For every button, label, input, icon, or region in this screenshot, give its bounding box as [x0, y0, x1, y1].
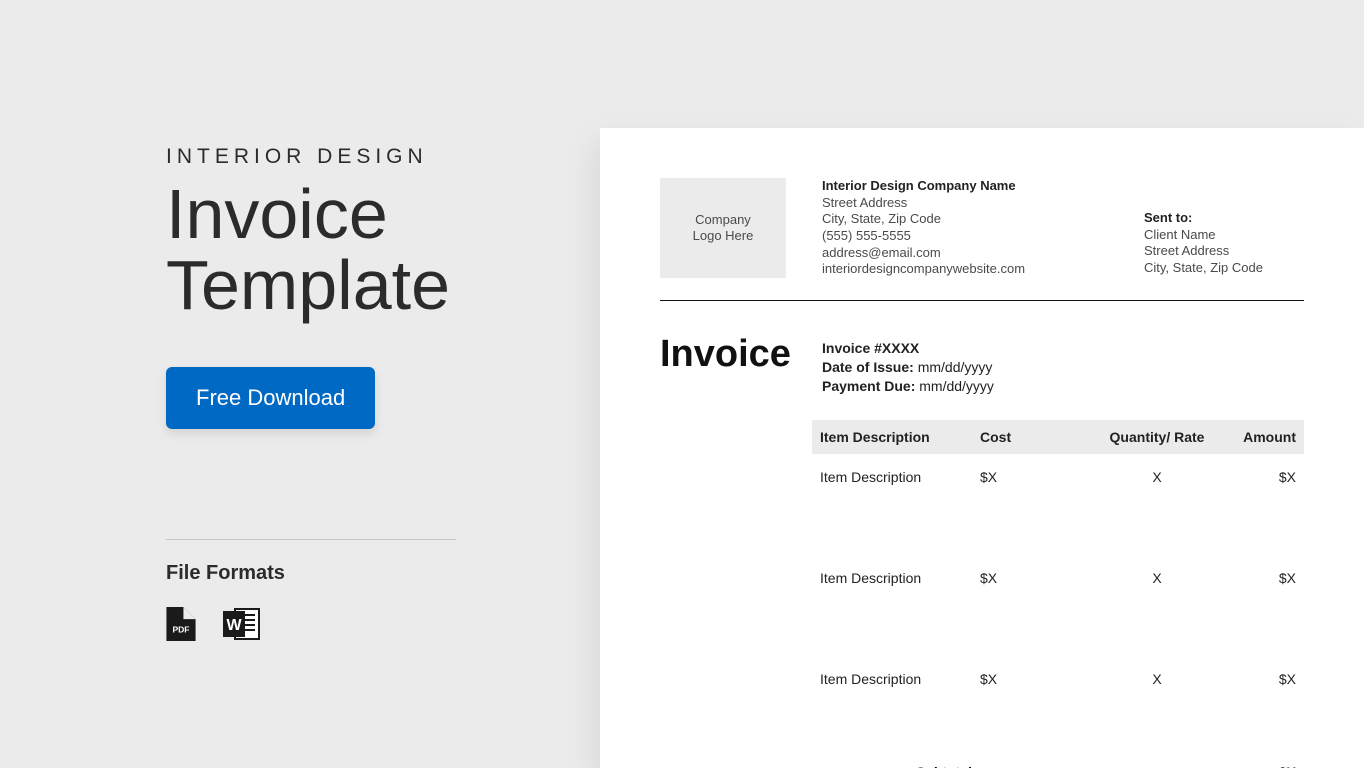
cell-desc: Item Description: [812, 454, 972, 555]
logo-text-1: Company: [695, 212, 751, 227]
title-line-2: Template: [166, 246, 450, 324]
client-name: Client Name: [1144, 227, 1304, 244]
cell-cost: $X: [972, 656, 1092, 757]
subtotal-row: Subtotal: $X: [812, 763, 1304, 768]
svg-text:PDF: PDF: [173, 624, 190, 634]
sent-to-block: Sent to: Client Name Street Address City…: [1144, 178, 1304, 278]
date-of-issue-value: mm/dd/yyyy: [914, 359, 993, 375]
items-table-wrap: Item Description Cost Quantity/ Rate Amo…: [812, 420, 1304, 757]
document-header: Company Logo Here Interior Design Compan…: [660, 178, 1304, 301]
cell-cost: $X: [972, 454, 1092, 555]
date-of-issue-label: Date of Issue:: [822, 359, 914, 375]
company-name: Interior Design Company Name: [822, 178, 1108, 195]
col-amount: Amount: [1222, 420, 1304, 454]
table-row: Item Description $X X $X: [812, 555, 1304, 656]
download-panel: INTERIOR DESIGN Invoice Template Free Do…: [166, 145, 566, 641]
sent-to-label: Sent to:: [1144, 210, 1304, 227]
page-title: Invoice Template: [166, 179, 566, 322]
company-phone: (555) 555-5555: [822, 228, 1108, 245]
table-header-row: Item Description Cost Quantity/ Rate Amo…: [812, 420, 1304, 454]
client-city: City, State, Zip Code: [1144, 260, 1304, 277]
file-format-icons: PDF W: [166, 607, 566, 641]
free-download-button[interactable]: Free Download: [166, 367, 375, 429]
eyebrow: INTERIOR DESIGN: [166, 145, 566, 169]
client-street: Street Address: [1144, 243, 1304, 260]
divider: [166, 539, 456, 540]
cell-desc: Item Description: [812, 555, 972, 656]
svg-text:W: W: [226, 617, 242, 634]
payment-due-label: Payment Due:: [822, 378, 915, 394]
company-email: address@email.com: [822, 245, 1108, 262]
payment-due-value: mm/dd/yyyy: [915, 378, 994, 394]
cell-cost: $X: [972, 555, 1092, 656]
table-row: Item Description $X X $X: [812, 656, 1304, 757]
col-cost: Cost: [972, 420, 1092, 454]
subtotal-value: $X: [1246, 764, 1296, 768]
company-info: Interior Design Company Name Street Addr…: [822, 178, 1108, 278]
company-street: Street Address: [822, 195, 1108, 212]
invoice-meta-section: Invoice Invoice #XXXX Date of Issue: mm/…: [660, 333, 1304, 396]
pdf-icon: PDF: [166, 607, 200, 641]
table-row: Item Description $X X $X: [812, 454, 1304, 555]
cell-qty: X: [1092, 555, 1222, 656]
invoice-document: Company Logo Here Interior Design Compan…: [600, 128, 1364, 768]
invoice-number: Invoice #XXXX: [822, 340, 919, 356]
word-icon: W: [222, 607, 256, 641]
items-table: Item Description Cost Quantity/ Rate Amo…: [812, 420, 1304, 757]
cell-amt: $X: [1222, 454, 1304, 555]
cell-qty: X: [1092, 656, 1222, 757]
invoice-heading: Invoice: [660, 333, 822, 396]
cell-amt: $X: [1222, 656, 1304, 757]
col-quantity-rate: Quantity/ Rate: [1092, 420, 1222, 454]
file-formats-label: File Formats: [166, 562, 566, 585]
logo-text-2: Logo Here: [693, 228, 754, 243]
cell-amt: $X: [1222, 555, 1304, 656]
totals-block: Subtotal: $X Discounts: $X: [812, 763, 1304, 768]
company-logo-placeholder: Company Logo Here: [660, 178, 786, 278]
title-line-1: Invoice: [166, 175, 388, 253]
subtotal-label: Subtotal:: [916, 764, 1246, 768]
col-description: Item Description: [812, 420, 972, 454]
company-city: City, State, Zip Code: [822, 211, 1108, 228]
cell-desc: Item Description: [812, 656, 972, 757]
cell-qty: X: [1092, 454, 1222, 555]
invoice-meta: Invoice #XXXX Date of Issue: mm/dd/yyyy …: [822, 333, 1304, 396]
company-website: interiordesigncompanywebsite.com: [822, 261, 1108, 278]
